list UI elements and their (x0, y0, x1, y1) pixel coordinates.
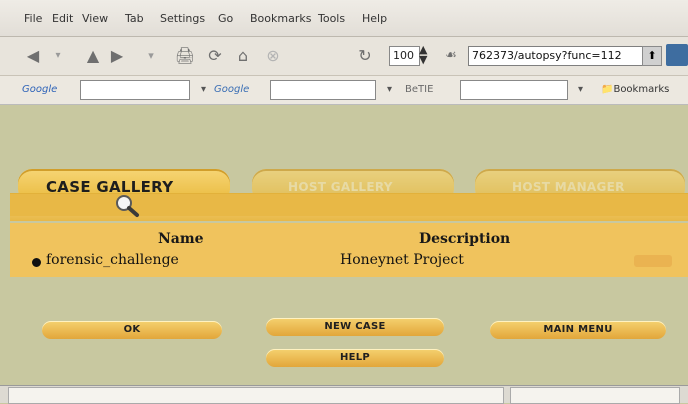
magnifier-icon (114, 193, 140, 219)
menu-go[interactable]: Go (218, 12, 233, 25)
zoom-icon: ↻ (358, 46, 372, 65)
site-icon: ☙ (445, 48, 457, 63)
address-input[interactable]: 762373/autopsy?func=112 (468, 46, 643, 66)
case-name[interactable]: forensic_challenge (46, 252, 179, 268)
go-icon[interactable]: ⬆ (642, 46, 662, 66)
page-content: CASE GALLERY HOST GALLERY HOST MANAGER N… (0, 105, 688, 385)
google-label-2: Google (214, 84, 250, 95)
search-dropdown-icon-2[interactable]: ▾ (387, 84, 392, 95)
help-button[interactable]: HELP (266, 349, 444, 367)
zoom-input[interactable]: 100 (389, 46, 420, 66)
back-history-icon[interactable]: ▾ (47, 46, 69, 66)
reload-icon[interactable]: ⟳ (204, 46, 226, 66)
menu-file[interactable]: File (24, 12, 42, 25)
main-menu-button[interactable]: MAIN MENU (490, 321, 666, 339)
forward-history-icon[interactable]: ▾ (140, 46, 162, 66)
tab-host-manager-label: HOST MANAGER (512, 180, 625, 194)
menu-bar: File Edit View Tab Settings Go Bookmarks… (0, 0, 688, 37)
status-message-field (8, 387, 504, 404)
google-search-input[interactable] (80, 80, 190, 100)
case-description: Honeynet Project (340, 252, 464, 268)
forward-icon[interactable]: ▶ (106, 46, 128, 66)
extension-icon[interactable] (666, 44, 688, 66)
search-dropdown-icon[interactable]: ▾ (201, 84, 206, 95)
print-icon[interactable]: 🖨 (174, 46, 196, 66)
menu-edit[interactable]: Edit (52, 12, 73, 25)
menu-view[interactable]: View (82, 12, 108, 25)
bookmarks-label: Bookmarks (613, 84, 670, 95)
back-icon[interactable]: ◀ (22, 46, 44, 66)
case-table: Name Description forensic_challenge Hone… (10, 223, 688, 277)
menu-tab[interactable]: Tab (125, 12, 144, 25)
navigation-toolbar: ◀ ▾ ▲ ▶ ▾ 🖨 ⟳ ⌂ ⊗ ↻ 100 ▲ ▼ ☙ 762373/auto… (0, 37, 688, 76)
google-label: Google (22, 84, 58, 95)
status-info-field (510, 387, 680, 404)
home-icon[interactable]: ⌂ (232, 46, 254, 66)
zoom-spinner-icon[interactable]: ▲ ▼ (419, 44, 427, 65)
tab-host-gallery-label: HOST GALLERY (288, 180, 393, 194)
magnifier-icon-svg (116, 195, 139, 217)
case-details-link[interactable] (634, 255, 672, 267)
description-header: Description (419, 231, 511, 247)
up-icon[interactable]: ▲ (82, 46, 104, 66)
new-case-button[interactable]: NEW CASE (266, 318, 444, 336)
menu-settings[interactable]: Settings (160, 12, 205, 25)
ok-button[interactable]: OK (42, 321, 222, 339)
stop-icon[interactable]: ⊗ (262, 46, 284, 66)
status-bar (0, 385, 688, 404)
bookmarks-folder[interactable]: 📁Bookmarks (601, 84, 669, 95)
tab-band (10, 193, 688, 216)
menu-help[interactable]: Help (362, 12, 387, 25)
third-search-input[interactable] (460, 80, 568, 100)
third-search-label: BeTIE (405, 84, 434, 95)
google-search-input-2[interactable] (270, 80, 376, 100)
folder-icon: 📁 (601, 84, 614, 95)
search-toolbar: Google ▾ Google ▾ BeTIE ▾ 📁Bookmarks (0, 76, 688, 105)
case-radio-button[interactable] (32, 258, 41, 267)
menu-bookmarks[interactable]: Bookmarks (250, 12, 311, 25)
name-header: Name (158, 231, 204, 247)
menu-tools[interactable]: Tools (318, 12, 345, 25)
search-dropdown-icon-3[interactable]: ▾ (578, 84, 583, 95)
